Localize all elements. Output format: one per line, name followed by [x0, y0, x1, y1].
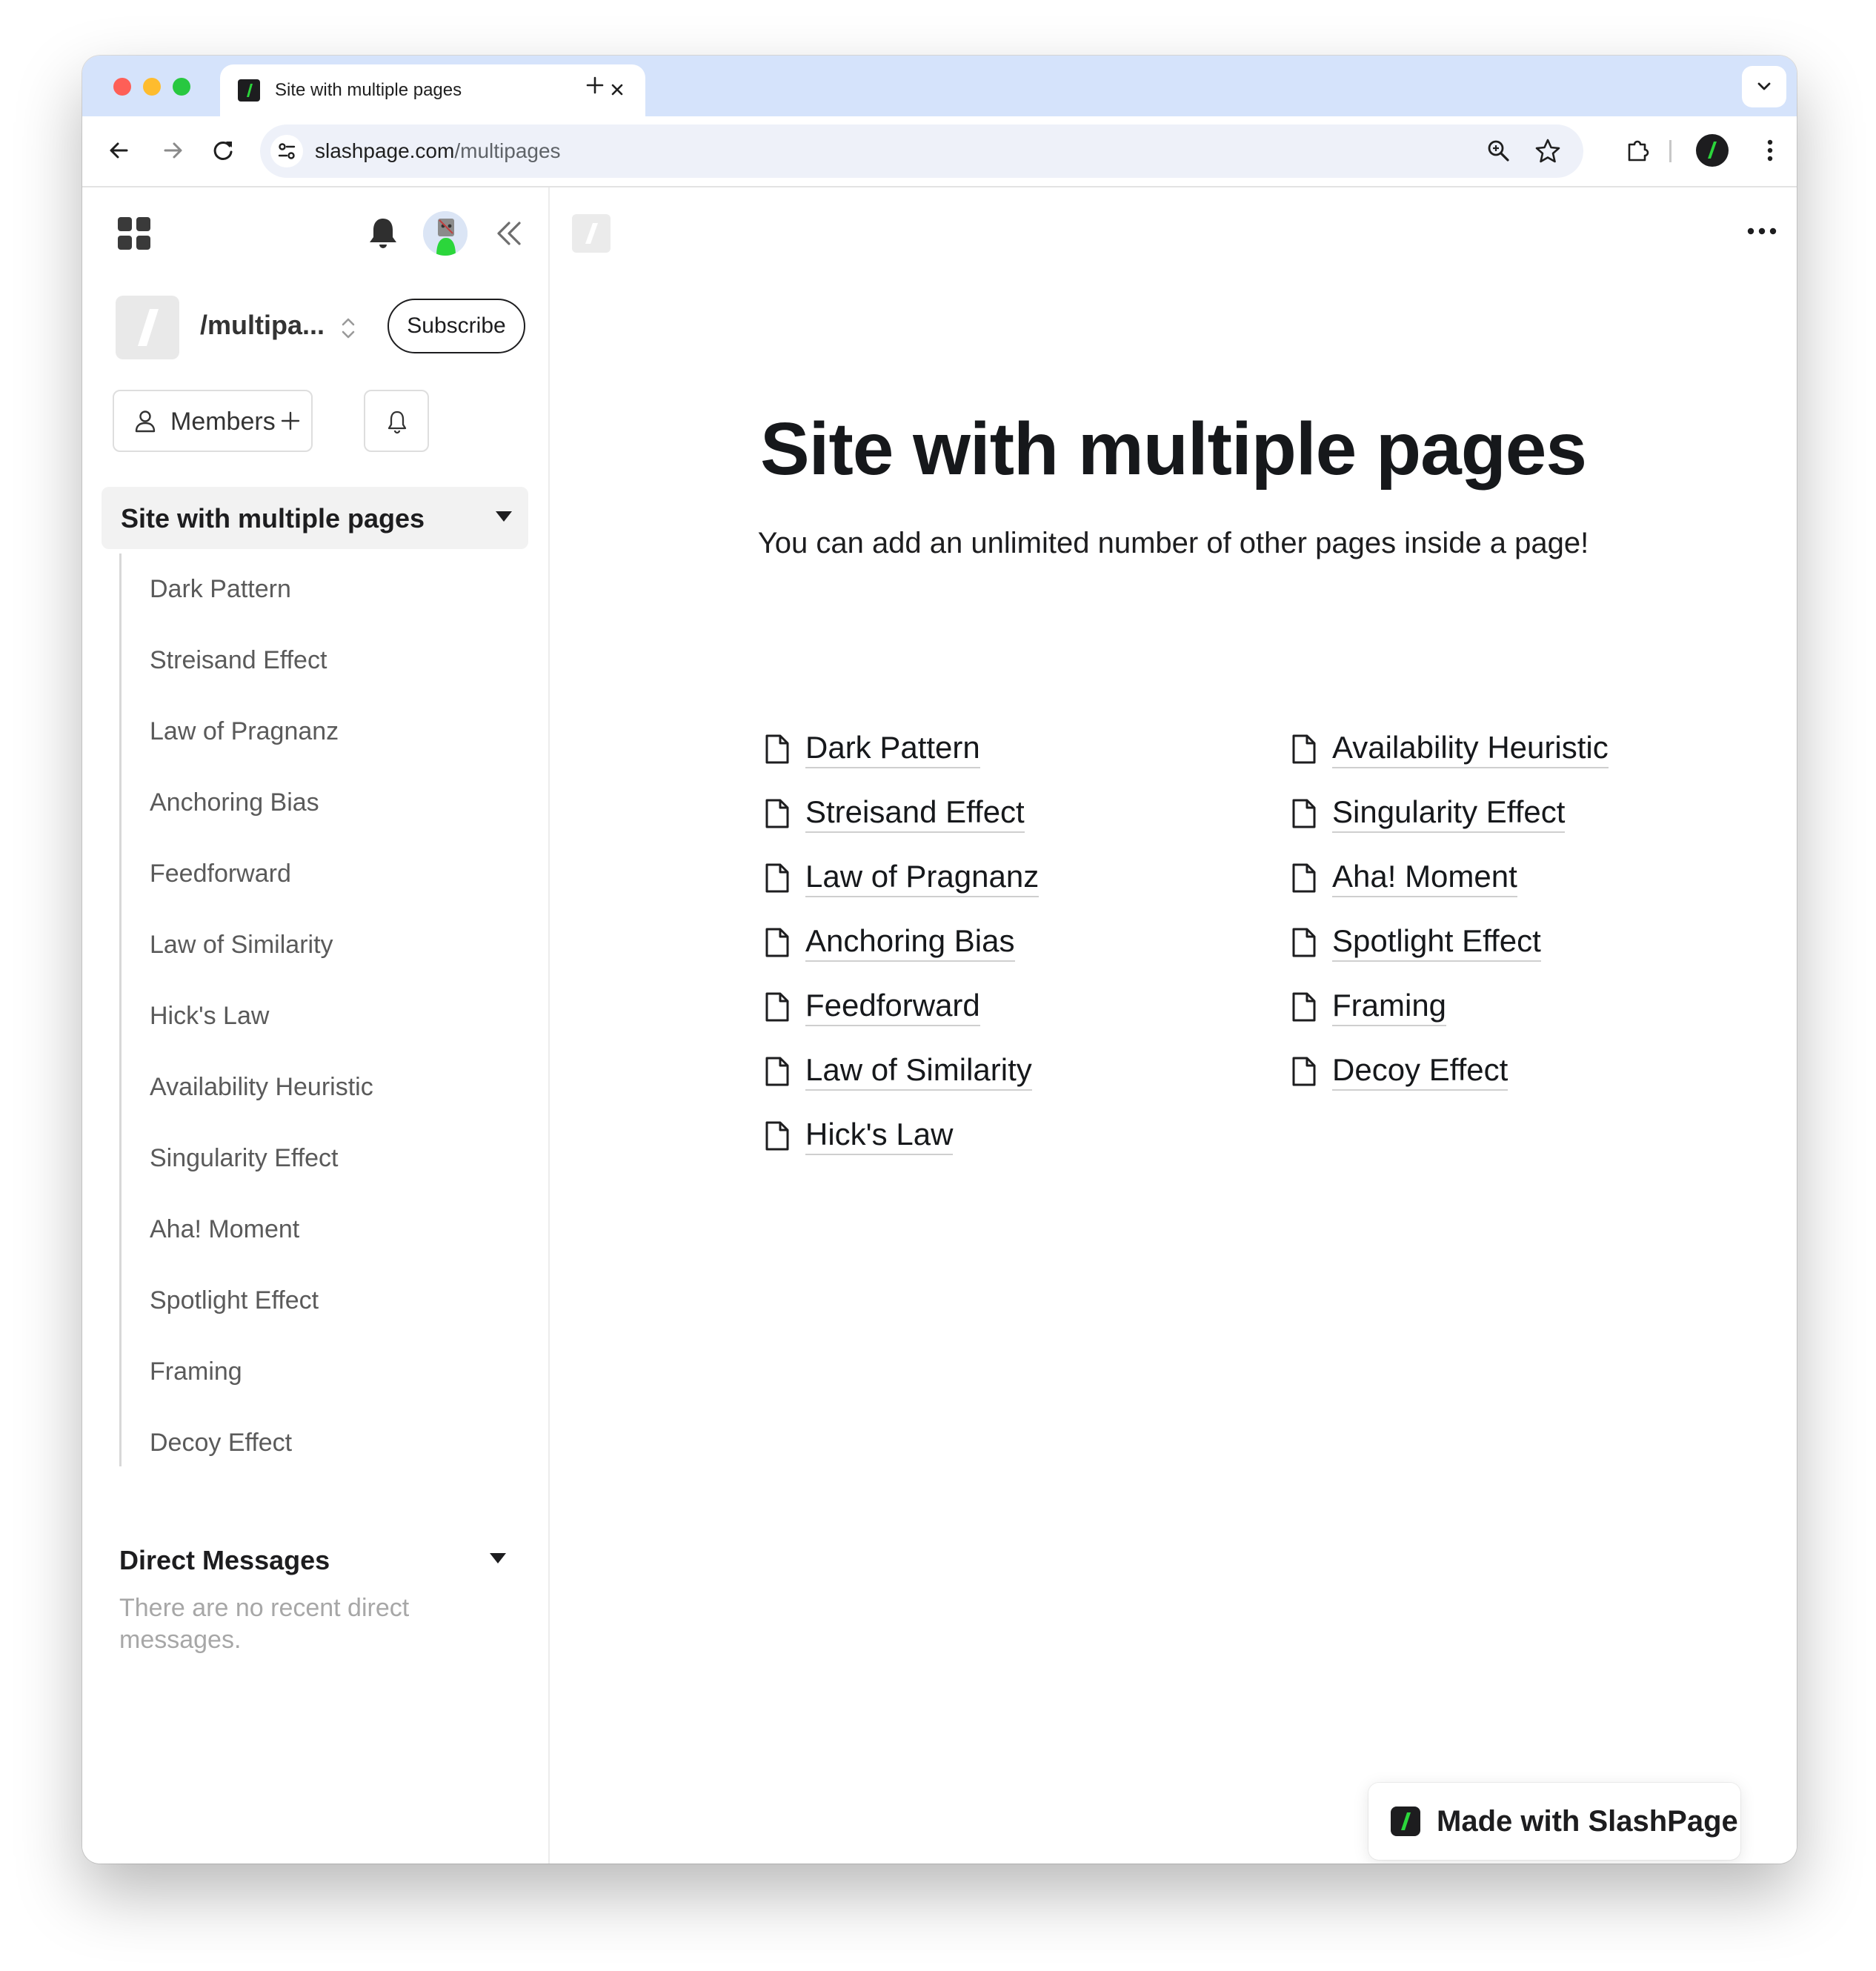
- url-text: slashpage.com/multipages: [315, 139, 561, 163]
- address-bar[interactable]: slashpage.com/multipages: [260, 124, 1583, 178]
- maximize-window-button[interactable]: [173, 78, 190, 96]
- caret-down-icon[interactable]: [493, 508, 515, 525]
- reload-icon[interactable]: [207, 134, 239, 167]
- sidebar-page-item[interactable]: Hick's Law: [150, 980, 269, 1051]
- sidebar-page-item[interactable]: Singularity Effect: [150, 1123, 339, 1194]
- document-icon: [765, 1121, 789, 1151]
- sidebar-page-item[interactable]: Decoy Effect: [150, 1407, 292, 1478]
- slash-logo-icon: [585, 223, 598, 244]
- section-title: Site with multiple pages: [121, 503, 425, 534]
- tab-strip: Site with multiple pages: [82, 56, 1797, 116]
- site-notification-button[interactable]: [364, 390, 429, 452]
- sidebar-page-item[interactable]: Feedforward: [150, 838, 291, 909]
- bookmark-star-icon[interactable]: [1533, 136, 1563, 166]
- subscribe-button[interactable]: Subscribe: [387, 299, 525, 353]
- members-button[interactable]: Members: [113, 390, 313, 452]
- document-icon: [765, 799, 789, 828]
- direct-messages-title[interactable]: Direct Messages: [119, 1545, 330, 1576]
- site-info-button[interactable]: [270, 135, 303, 167]
- zoom-icon[interactable]: [1484, 136, 1514, 166]
- page-link-label[interactable]: Hick's Law: [805, 1117, 954, 1155]
- page-link-label[interactable]: Anchoring Bias: [805, 923, 1015, 962]
- page-title: Site with multiple pages: [759, 408, 1587, 491]
- document-icon: [765, 992, 789, 1022]
- person-icon: [135, 411, 156, 433]
- main-content: Site with multiple pages You can add an …: [550, 187, 1797, 1864]
- sidebar: /multipa... Subscribe Members Site with …: [82, 187, 550, 1864]
- document-icon: [1292, 928, 1316, 957]
- slashpage-favicon-icon: [238, 79, 260, 102]
- tune-icon: [278, 143, 296, 159]
- forward-arrow-icon[interactable]: [156, 134, 189, 167]
- sidebar-page-item[interactable]: Spotlight Effect: [150, 1265, 319, 1336]
- user-avatar[interactable]: [423, 211, 468, 256]
- more-options-icon[interactable]: [1743, 220, 1780, 242]
- site-logo[interactable]: [116, 296, 179, 359]
- add-member-icon: [281, 411, 300, 431]
- sidebar-page-item[interactable]: Law of Similarity: [150, 909, 333, 980]
- site-switcher-icon[interactable]: [336, 312, 361, 345]
- extensions-puzzle-icon[interactable]: [1622, 134, 1654, 167]
- site-name[interactable]: /multipa...: [200, 310, 325, 341]
- sidebar-page-item[interactable]: Law of Pragnanz: [150, 696, 339, 767]
- direct-messages-empty: There are no recent direct messages.: [119, 1594, 410, 1654]
- sidebar-section-header[interactable]: Site with multiple pages: [102, 487, 528, 549]
- back-arrow-icon[interactable]: [103, 134, 136, 167]
- sidebar-page-item[interactable]: Availability Heuristic: [150, 1051, 373, 1123]
- collapse-sidebar-icon[interactable]: [490, 214, 528, 253]
- sidebar-page-item[interactable]: Framing: [150, 1336, 242, 1407]
- made-with-slashpage-badge[interactable]: Made with SlashPage: [1368, 1783, 1740, 1860]
- url-path: /multipages: [454, 139, 561, 162]
- sidebar-page-item[interactable]: Streisand Effect: [150, 625, 327, 696]
- page-link-label[interactable]: Streisand Effect: [805, 794, 1025, 833]
- new-tab-icon[interactable]: [580, 70, 610, 100]
- page-link-label[interactable]: Aha! Moment: [1332, 859, 1517, 897]
- close-window-button[interactable]: [113, 78, 131, 96]
- made-with-label: Made with SlashPage: [1437, 1805, 1738, 1838]
- slashpage-logo-icon: [1391, 1807, 1420, 1836]
- bell-outline-icon: [387, 411, 407, 434]
- document-icon: [1292, 1057, 1316, 1086]
- document-icon: [1292, 992, 1316, 1022]
- browser-toolbar: slashpage.com/multipages: [82, 116, 1797, 187]
- avatar-icon: [423, 211, 468, 256]
- browser-window: Site with multiple pages slashpage.com/m…: [82, 56, 1797, 1864]
- page-link-label[interactable]: Framing: [1332, 988, 1447, 1026]
- toolbar-divider: [1669, 140, 1672, 162]
- minimize-window-button[interactable]: [143, 78, 161, 96]
- chevron-down-icon: [1757, 82, 1771, 90]
- page-link-label[interactable]: Spotlight Effect: [1332, 923, 1541, 962]
- page-link-label[interactable]: Law of Similarity: [805, 1052, 1032, 1091]
- page-link-label[interactable]: Singularity Effect: [1332, 794, 1566, 833]
- document-icon: [765, 928, 789, 957]
- page-logo[interactable]: [572, 214, 611, 253]
- members-label: Members: [170, 408, 276, 436]
- document-icon: [1292, 863, 1316, 893]
- document-icon: [765, 1057, 789, 1086]
- tab-search-button[interactable]: [1742, 66, 1786, 107]
- slash-logo-icon: [138, 309, 159, 346]
- slashpage-profile-icon[interactable]: [1694, 133, 1730, 168]
- page-link-label[interactable]: Feedforward: [805, 988, 980, 1026]
- apps-grid-icon[interactable]: [116, 216, 152, 251]
- browser-menu-icon[interactable]: [1755, 136, 1785, 165]
- document-icon: [1292, 799, 1316, 828]
- tab-title: Site with multiple pages: [275, 80, 462, 100]
- sidebar-page-item[interactable]: Dark Pattern: [150, 554, 291, 625]
- document-icon: [765, 863, 789, 893]
- notification-bell-icon[interactable]: [364, 214, 402, 253]
- page-link-label[interactable]: Decoy Effect: [1332, 1052, 1509, 1091]
- sidebar-page-item[interactable]: Aha! Moment: [150, 1194, 299, 1265]
- caret-down-icon[interactable]: [487, 1549, 509, 1567]
- page-link-label[interactable]: Availability Heuristic: [1332, 730, 1609, 768]
- page-link-label[interactable]: Law of Pragnanz: [805, 859, 1040, 897]
- sidebar-page-item[interactable]: Anchoring Bias: [150, 767, 319, 838]
- page-link-label[interactable]: Dark Pattern: [805, 730, 980, 768]
- document-icon: [1292, 734, 1316, 764]
- url-host: slashpage.com: [315, 139, 455, 162]
- page-tree: Dark Pattern Streisand Effect Law of Pra…: [119, 554, 522, 1466]
- document-icon: [765, 734, 789, 764]
- page-subtitle: You can add an unlimited number of other…: [757, 527, 1589, 559]
